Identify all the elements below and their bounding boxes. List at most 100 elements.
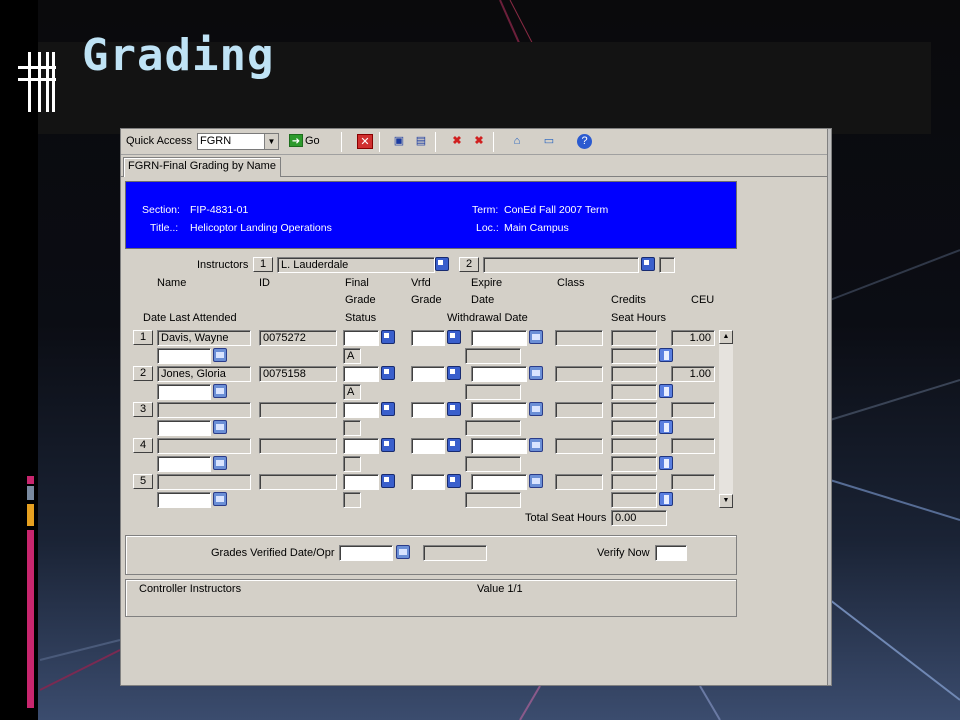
calendar-icon[interactable]	[529, 330, 543, 344]
vrfd-grade-field[interactable]	[411, 366, 445, 382]
final-grade-field[interactable]	[343, 366, 379, 382]
student-name[interactable]	[157, 402, 251, 418]
final-grade-field[interactable]	[343, 438, 379, 454]
seat-hours-field[interactable]	[611, 348, 657, 364]
remove-icon[interactable]: ✖	[471, 134, 487, 149]
status-field[interactable]	[343, 420, 361, 436]
ceu-field[interactable]: 1.00	[671, 330, 715, 346]
scroll-up-icon[interactable]: ▲	[719, 330, 733, 344]
status-field[interactable]: A	[343, 348, 361, 364]
records-scrollbar[interactable]: ▲ ▼	[719, 330, 733, 508]
vrfd-grade-field[interactable]	[411, 402, 445, 418]
student-id[interactable]	[259, 402, 337, 418]
student-id[interactable]	[259, 438, 337, 454]
ceu-field[interactable]: 1.00	[671, 366, 715, 382]
vrfd-grade-field[interactable]	[411, 330, 445, 346]
seat-hours-field[interactable]	[611, 456, 657, 472]
student-id[interactable]: 0075272	[259, 330, 337, 346]
expire-date-field[interactable]	[471, 366, 527, 382]
date-last-attended-field[interactable]	[157, 456, 211, 472]
instructor-name-1[interactable]: L. Lauderdale	[277, 257, 435, 273]
lookup-icon[interactable]	[447, 366, 461, 380]
lookup-icon[interactable]	[381, 330, 395, 344]
final-grade-field[interactable]	[343, 474, 379, 490]
student-name[interactable]: Davis, Wayne	[157, 330, 251, 346]
instructor-num-2[interactable]: 2	[459, 257, 479, 272]
seat-hours-field[interactable]	[611, 420, 657, 436]
clear-icon[interactable]: ⌂	[509, 134, 525, 149]
class-field[interactable]	[555, 402, 603, 418]
lookup-icon[interactable]	[447, 438, 461, 452]
quick-access-combo[interactable]: FGRN ▼	[197, 133, 279, 150]
date-last-attended-field[interactable]	[157, 384, 211, 400]
student-name[interactable]: Jones, Gloria	[157, 366, 251, 382]
calendar-icon[interactable]	[396, 545, 410, 559]
credits-field[interactable]	[611, 366, 657, 382]
credits-field[interactable]	[611, 474, 657, 490]
withdrawal-date-field[interactable]	[465, 384, 521, 400]
chevron-down-icon[interactable]: ▼	[264, 134, 278, 149]
row-number[interactable]: 3	[133, 402, 153, 417]
credits-field[interactable]	[611, 402, 657, 418]
grades-verified-date-field[interactable]	[339, 545, 393, 561]
instructor-more[interactable]	[659, 257, 675, 273]
calendar-icon[interactable]	[529, 402, 543, 416]
withdrawal-date-field[interactable]	[465, 348, 521, 364]
window-icon[interactable]: ▭	[541, 134, 557, 149]
note-icon[interactable]	[659, 492, 673, 506]
status-field[interactable]: A	[343, 384, 361, 400]
grades-verified-opr-field[interactable]	[423, 545, 487, 561]
student-id[interactable]: 0075158	[259, 366, 337, 382]
note-icon[interactable]	[659, 348, 673, 362]
withdrawal-date-field[interactable]	[465, 456, 521, 472]
class-field[interactable]	[555, 438, 603, 454]
date-last-attended-field[interactable]	[157, 420, 211, 436]
go-button[interactable]: ➜ Go	[289, 134, 320, 147]
calendar-icon[interactable]	[529, 438, 543, 452]
lookup-icon[interactable]	[381, 366, 395, 380]
date-last-attended-field[interactable]	[157, 348, 211, 364]
cancel-icon[interactable]: ✖	[449, 134, 465, 149]
withdrawal-date-field[interactable]	[465, 420, 521, 436]
note-icon[interactable]	[659, 420, 673, 434]
calendar-icon[interactable]	[529, 366, 543, 380]
expire-date-field[interactable]	[471, 474, 527, 490]
student-name[interactable]	[157, 474, 251, 490]
ceu-field[interactable]	[671, 402, 715, 418]
final-grade-field[interactable]	[343, 330, 379, 346]
expire-date-field[interactable]	[471, 402, 527, 418]
lookup-icon[interactable]	[447, 474, 461, 488]
instructor-name-2[interactable]	[483, 257, 639, 273]
delete-record-icon[interactable]: ✕	[357, 134, 373, 149]
class-field[interactable]	[555, 474, 603, 490]
lookup-icon[interactable]	[447, 402, 461, 416]
scroll-down-icon[interactable]: ▼	[719, 494, 733, 508]
date-last-attended-field[interactable]	[157, 492, 211, 508]
calendar-icon[interactable]	[529, 474, 543, 488]
class-field[interactable]	[555, 366, 603, 382]
expire-date-field[interactable]	[471, 438, 527, 454]
note-icon[interactable]	[659, 456, 673, 470]
student-id[interactable]	[259, 474, 337, 490]
credits-field[interactable]	[611, 330, 657, 346]
status-field[interactable]	[343, 492, 361, 508]
lookup-icon[interactable]	[435, 257, 449, 271]
row-number[interactable]: 5	[133, 474, 153, 489]
row-number[interactable]: 4	[133, 438, 153, 453]
instructor-num-1[interactable]: 1	[253, 257, 273, 272]
expire-date-field[interactable]	[471, 330, 527, 346]
verify-now-field[interactable]	[655, 545, 687, 561]
row-number[interactable]: 2	[133, 366, 153, 381]
save-icon[interactable]: ▣	[391, 134, 407, 149]
calendar-icon[interactable]	[213, 492, 227, 506]
calendar-icon[interactable]	[213, 348, 227, 362]
calendar-icon[interactable]	[213, 384, 227, 398]
lookup-icon[interactable]	[381, 474, 395, 488]
help-icon[interactable]: ?	[577, 134, 592, 149]
final-grade-field[interactable]	[343, 402, 379, 418]
ceu-field[interactable]	[671, 438, 715, 454]
calendar-icon[interactable]	[213, 456, 227, 470]
ceu-field[interactable]	[671, 474, 715, 490]
seat-hours-field[interactable]	[611, 492, 657, 508]
student-name[interactable]	[157, 438, 251, 454]
